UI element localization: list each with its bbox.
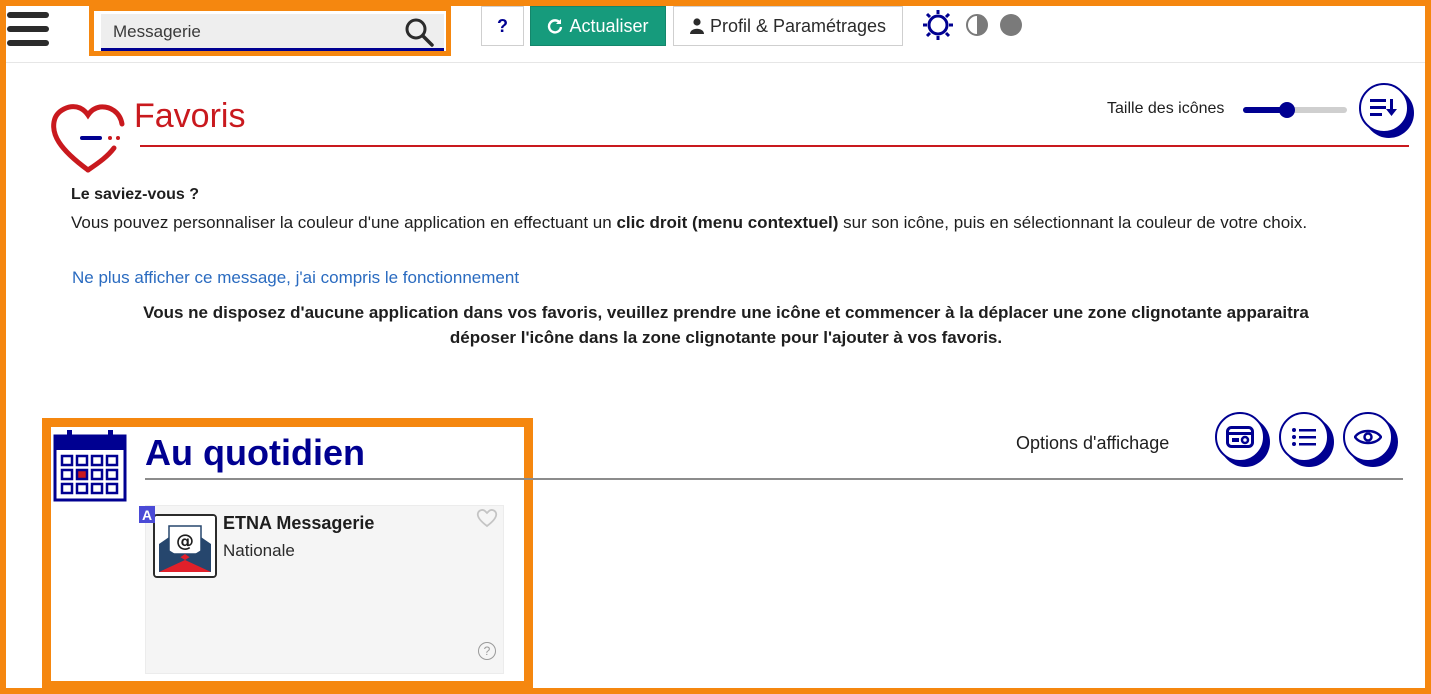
tip-text-bold: clic droit (menu contextuel) [616, 213, 839, 232]
refresh-button[interactable]: Actualiser [530, 6, 666, 46]
contrast-icon[interactable] [966, 14, 988, 36]
app-name[interactable]: ETNA Messagerie [223, 513, 374, 534]
search-icon[interactable] [404, 17, 434, 47]
tip-text: Vous pouvez personnaliser la couleur d'u… [71, 210, 1401, 235]
favoris-divider [140, 145, 1409, 147]
search-input[interactable]: Messagerie [101, 14, 444, 51]
icon-size-label: Taille des icônes [1107, 100, 1225, 117]
help-button-label: ? [497, 15, 508, 36]
menu-icon[interactable] [7, 12, 49, 54]
profile-settings-label: Profil & Paramétrages [709, 15, 887, 36]
tip-text-end: sur son icône, puis en sélectionnant la … [838, 213, 1308, 232]
dark-mode-icon[interactable] [1000, 14, 1022, 36]
sun-icon[interactable] [922, 9, 954, 41]
dismiss-tip-link[interactable]: Ne plus afficher ce message, j'ai compri… [72, 268, 519, 288]
empty-favorites-message: Vous ne disposez d'aucune application da… [71, 300, 1381, 350]
app-scope: Nationale [223, 541, 295, 560]
quotidien-title: Au quotidien [145, 432, 365, 473]
search-input-value[interactable]: Messagerie [113, 22, 201, 42]
refresh-button-label: Actualiser [569, 15, 649, 36]
list-icon [1292, 428, 1316, 446]
calendar-icon [53, 430, 127, 502]
refresh-icon [548, 19, 563, 34]
sort-icon [1370, 99, 1397, 116]
theme-controls [922, 8, 1022, 42]
list-view-button[interactable] [1279, 412, 1329, 462]
profile-settings-button[interactable]: Profil & Paramétrages [673, 6, 903, 46]
sort-favorites-button[interactable] [1359, 83, 1409, 133]
card-view-button[interactable] [1215, 412, 1265, 462]
icon-size-slider[interactable] [1243, 102, 1347, 118]
visibility-button[interactable] [1343, 412, 1393, 462]
envelope-icon[interactable]: @ [153, 514, 217, 578]
tip-text-start: Vous pouvez personnaliser la couleur d'u… [71, 213, 617, 232]
card-view-icon [1226, 426, 1254, 448]
eye-icon [1354, 429, 1382, 445]
empty-message-line: déposer l'icône dans la zone clignotante… [449, 328, 1003, 347]
tip-title: Le saviez-vous ? [71, 186, 200, 203]
help-button[interactable]: ? [481, 6, 524, 46]
display-options-label: Options d'affichage [1016, 433, 1170, 453]
heart-icon [51, 104, 125, 173]
empty-message-line: Vous ne disposez d'aucune application da… [143, 303, 1309, 322]
quotidien-divider [145, 478, 1403, 480]
search-container: Messagerie [89, 6, 451, 56]
top-bar: Messagerie ? Actualiser Profil & Paramét… [6, 6, 1425, 63]
svg-text:@: @ [176, 531, 194, 552]
slider-handle[interactable] [1278, 102, 1295, 118]
app-help-icon[interactable]: ? [478, 642, 496, 660]
app-badge: A [139, 506, 155, 523]
heart-outline-icon[interactable] [476, 508, 498, 528]
favoris-title: Favoris [134, 97, 246, 135]
user-icon [689, 18, 704, 34]
